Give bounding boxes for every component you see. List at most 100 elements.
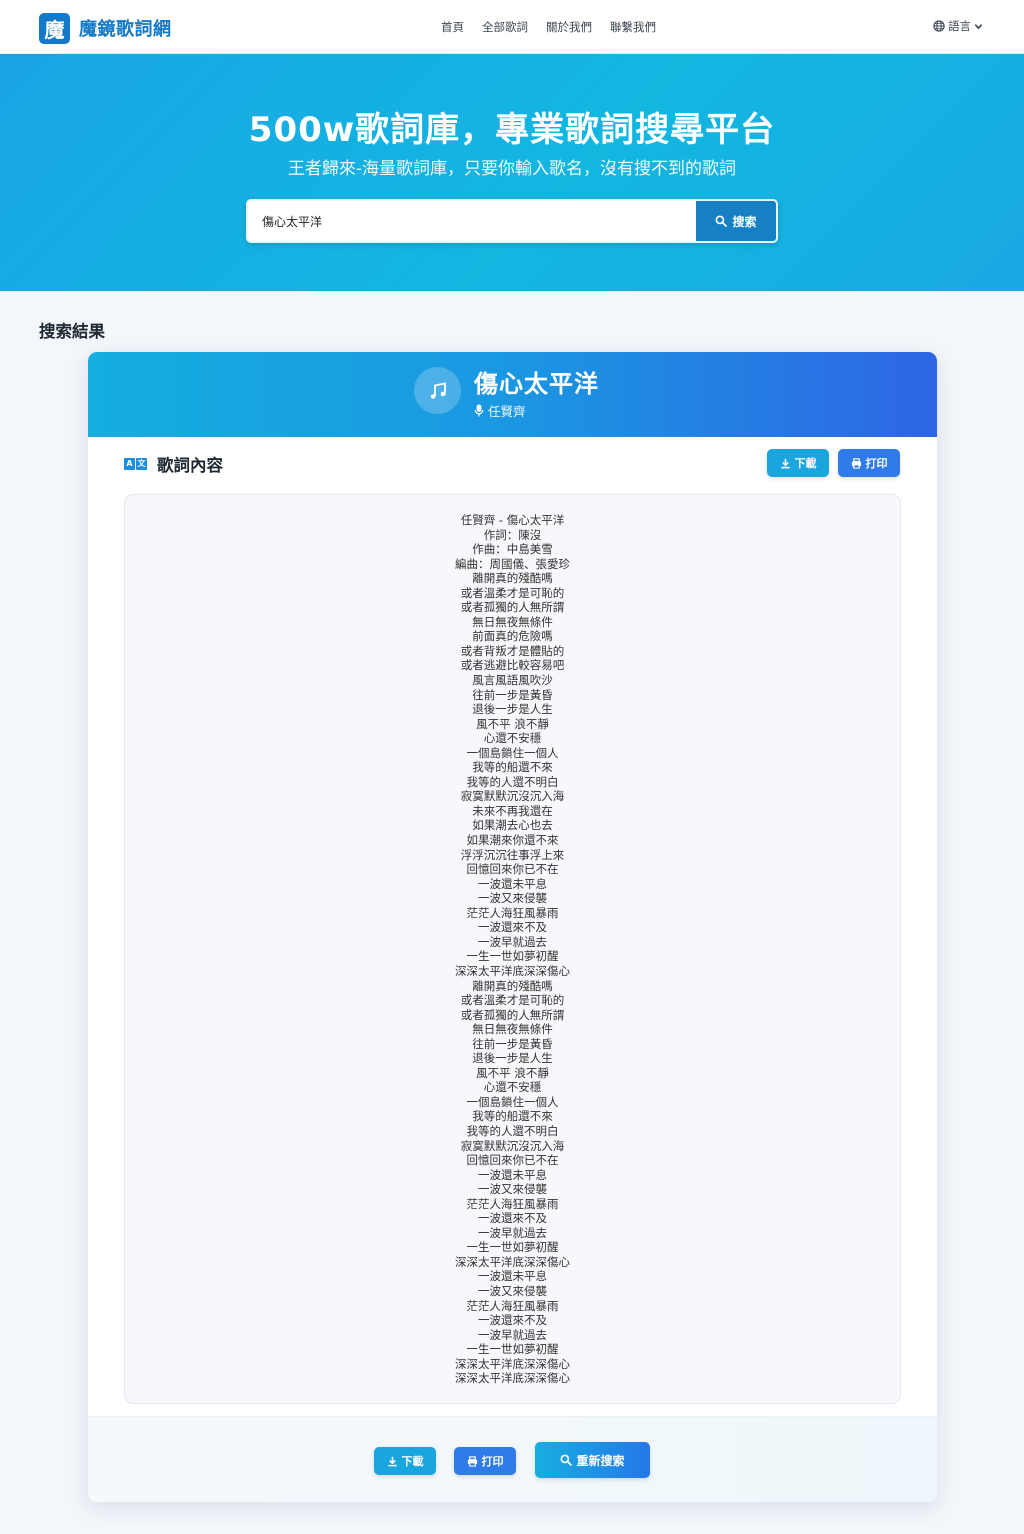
lyric-line: 無日無夜無條件	[472, 614, 553, 629]
lyric-line: 一波早就過去	[478, 934, 547, 949]
lyrics-box: 任賢齊 - 傷心太平洋 作詞：陳沒 作曲：中島美雪 編曲：周國儀、張愛珍 離開真的殘酷嗎…	[124, 494, 901, 1404]
lyric-line: 心還不安穩	[483, 731, 542, 746]
lyric-line: 一波還未平息	[478, 1269, 547, 1284]
lyric-line: 風言風語風吹沙	[472, 673, 553, 688]
search-icon	[561, 1454, 573, 1466]
lyric-line: 深深太平洋底深深傷心	[455, 1356, 570, 1371]
chevron-down-icon	[974, 23, 983, 29]
lyric-line: 一生一世如夢初醒	[466, 1240, 559, 1255]
research-button[interactable]: 重新搜索	[535, 1442, 650, 1478]
search-input[interactable]	[248, 201, 696, 241]
lyric-line: 一波早就過去	[478, 1225, 547, 1240]
hero-title: 500w歌詞庫，專業歌詞搜尋平台	[248, 110, 776, 150]
hero-banner: 500w歌詞庫，專業歌詞搜尋平台 王者歸來-海量歌詞庫，只要你輸入歌名，沒有搜不…	[0, 54, 1024, 291]
lyrics-header-label: 歌詞內容	[157, 456, 223, 475]
print-icon	[467, 1455, 477, 1467]
lyric-line: 任賢齊 - 傷心太平洋	[460, 513, 565, 527]
lyric-line: 我等的人還不明白	[466, 1123, 559, 1138]
lyric-line: 一生一世如夢初醒	[466, 1342, 559, 1357]
lyric-line: 一波又來侵襲	[478, 891, 547, 906]
lyric-line: 一個島鎖住一個人	[466, 745, 559, 760]
lyric-line: 深深太平洋底深深傷心	[455, 1371, 570, 1386]
brand-name: 魔鏡歌詞網	[79, 19, 172, 40]
artist-name: 任賢齊	[488, 404, 526, 419]
lyric-line: 寂寞默默沉沒沉入海	[460, 789, 565, 804]
nav-home[interactable]: 首頁	[441, 19, 464, 35]
print-button-bottom[interactable]: 打印	[454, 1447, 516, 1475]
lyric-line: 一波還來不及	[478, 1313, 547, 1328]
lyric-line: 如果潮來你還不來	[466, 833, 559, 848]
lyric-line: 一波還未平息	[478, 1167, 547, 1182]
print-icon	[851, 457, 861, 469]
search-button[interactable]: 搜索	[696, 201, 776, 241]
lyric-line: 離開真的殘酷嗎	[472, 571, 553, 586]
language-label: 語言	[948, 19, 971, 33]
print-button-top[interactable]: 打印	[838, 449, 900, 477]
lyrics-text: 任賢齊 - 傷心太平洋 作詞：陳沒 作曲：中島美雪 編曲：周國儀、張愛珍 離開真的殘酷嗎…	[125, 513, 900, 1386]
song-artist: 任賢齊	[474, 401, 526, 420]
lyric-line: 往前一步是黃昏	[472, 687, 553, 702]
lyric-line: 或者逃避比較容易吧	[460, 658, 565, 673]
nav-contact[interactable]: 聯繫我們	[610, 19, 656, 35]
lyric-line: 一波還未平息	[478, 876, 547, 891]
lyric-line: 或者溫柔才是可恥的	[460, 585, 565, 600]
brand[interactable]: 魔 魔鏡歌詞網	[39, 12, 172, 44]
brand-logo: 魔	[39, 12, 70, 44]
lyric-line: 無日無夜無條件	[472, 1022, 553, 1037]
lyric-line: 或者背叛才是體貼的	[460, 643, 565, 658]
lyric-line: 一生一世如夢初醒	[466, 949, 559, 964]
music-badge	[414, 367, 461, 414]
song-header: 傷心太平洋 任賢齊	[88, 352, 937, 437]
lyric-line: 茫茫人海狂風暴雨	[466, 1196, 559, 1211]
song-title: 傷心太平洋	[474, 370, 599, 398]
lyric-line: 回憶回來你已不在	[466, 1153, 559, 1168]
lyrics-card: 傷心太平洋 任賢齊 A 文 歌詞內容 下載 打印 任賢齊 - 傷心太平洋 作詞：陳…	[88, 352, 937, 1502]
lyric-line: 心還不安穩	[483, 1080, 542, 1095]
card-footer: 下載 打印 重新搜索	[88, 1416, 937, 1502]
translate-icon: A 文	[124, 458, 147, 470]
lyric-line: 退後一步是人生	[472, 702, 553, 717]
results-title: 搜索結果	[39, 322, 105, 341]
lyric-line: 寂寞默默沉沒沉入海	[460, 1138, 565, 1153]
lyric-line: 深深太平洋底深深傷心	[455, 963, 570, 978]
download-button-bottom[interactable]: 下載	[374, 1447, 436, 1475]
lyric-line: 茫茫人海狂風暴雨	[466, 1298, 559, 1313]
lyric-line: 我等的人還不明白	[466, 774, 559, 789]
lyric-line: 離開真的殘酷嗎	[472, 978, 553, 993]
lyric-line: 一波又來侵襲	[478, 1182, 547, 1197]
music-note-icon	[430, 381, 446, 399]
lyric-line: 或者溫柔才是可恥的	[460, 993, 565, 1008]
hero-subtitle: 王者歸來-海量歌詞庫，只要你輸入歌名，沒有搜不到的歌詞	[287, 159, 737, 179]
lyric-line: 退後一步是人生	[472, 1051, 553, 1066]
search-icon	[716, 215, 728, 227]
nav-links: 首頁 全部歌詞 關於我們 聯繫我們	[432, 19, 665, 35]
nav-all-lyrics[interactable]: 全部歌詞	[482, 19, 528, 35]
download-icon	[780, 458, 790, 468]
lyric-line: 茫茫人海狂風暴雨	[466, 905, 559, 920]
microphone-icon	[474, 404, 484, 417]
lyric-line: 一波還來不及	[478, 920, 547, 935]
lyric-line: 或者孤獨的人無所謂	[460, 600, 565, 615]
search-box: 搜索	[246, 199, 778, 243]
lyric-line: 深深太平洋底深深傷心	[455, 1254, 570, 1269]
lyric-line: 未來不再我還在	[472, 803, 553, 818]
lyric-line: 一波早就過去	[478, 1327, 547, 1342]
lyric-line: 作詞：陳沒	[483, 527, 542, 542]
search-button-label: 搜索	[732, 214, 757, 229]
lyric-line: 前面真的危險嗎	[472, 629, 553, 644]
lyric-line: 風不平 浪不靜	[476, 1065, 549, 1080]
language-dropdown[interactable]: 語言	[933, 18, 986, 34]
nav-about[interactable]: 關於我們	[546, 19, 592, 35]
download-button-top[interactable]: 下載	[767, 449, 829, 477]
lyric-line: 作曲：中島美雪	[472, 542, 553, 557]
lyric-line: 或者孤獨的人無所謂	[460, 1007, 565, 1022]
lyric-line: 回憶回來你已不在	[466, 862, 559, 877]
lyric-line: 我等的船還不來	[472, 1109, 553, 1124]
lyric-line: 如果潮去心也去	[472, 818, 553, 833]
navbar: 魔 魔鏡歌詞網 首頁 全部歌詞 關於我們 聯繫我們 語言	[0, 0, 1024, 54]
globe-icon	[933, 20, 945, 32]
lyrics-header: A 文 歌詞內容	[124, 452, 223, 476]
lyric-line: 浮浮沉沉往事浮上來	[460, 847, 565, 862]
lyric-line: 風不平 浪不靜	[476, 716, 549, 731]
lyric-line: 編曲：周國儀、張愛珍	[455, 556, 570, 571]
